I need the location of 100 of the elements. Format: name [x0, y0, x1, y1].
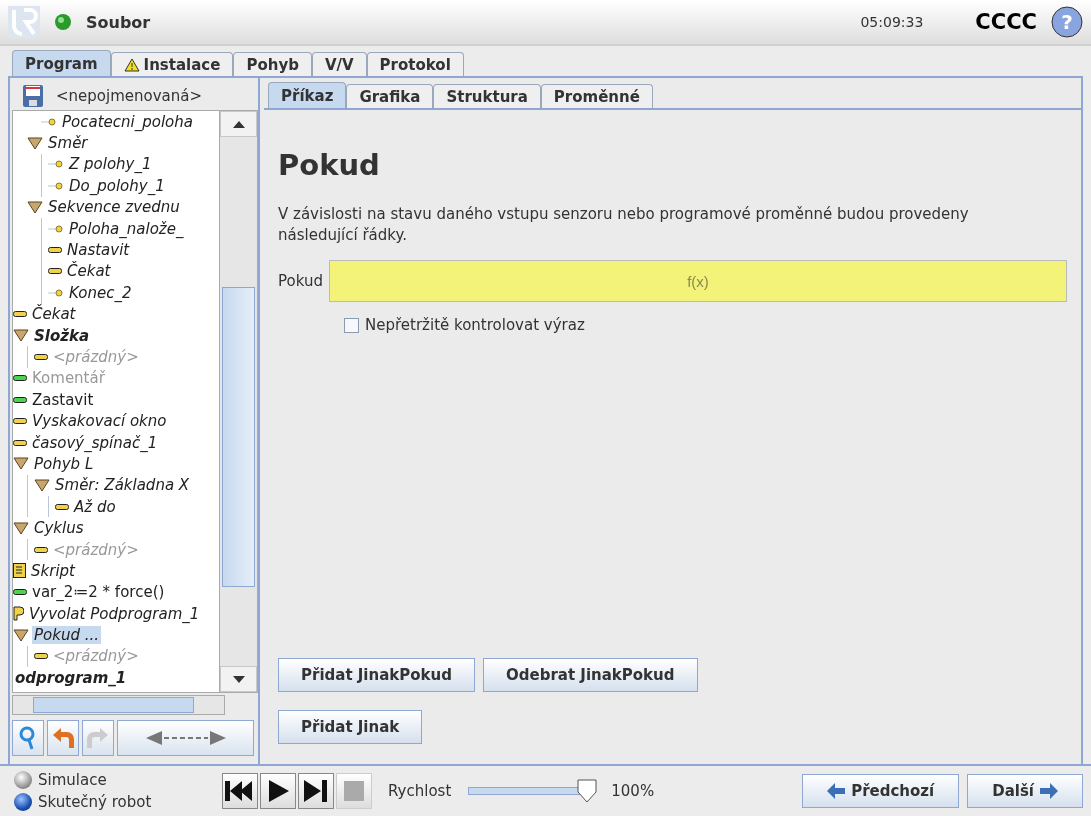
speed-reading: 100% [611, 782, 655, 800]
point-icon [48, 160, 64, 169]
bar-icon [34, 354, 48, 360]
tree-item[interactable]: Zastavit [30, 390, 96, 409]
bar-icon [13, 439, 27, 446]
play-button[interactable] [260, 773, 296, 809]
main-tab[interactable]: Instalace [110, 52, 234, 76]
bar-icon [48, 268, 62, 275]
tree-item[interactable]: var_2≔2 * force() [30, 583, 167, 602]
tree-item[interactable]: Čekat [65, 262, 113, 281]
undo-icon [51, 727, 75, 749]
previous-button[interactable]: Předchozí [802, 774, 960, 808]
action-button[interactable]: Přidat Jinak [278, 710, 423, 744]
bar-icon [13, 375, 27, 382]
slider-thumb[interactable] [576, 779, 597, 803]
tree-item[interactable]: Konec_2 [67, 283, 134, 302]
point-icon [48, 288, 64, 297]
checkbox-label: Nepřetržitě kontrolovat výraz [365, 316, 585, 334]
logo-icon [8, 6, 40, 38]
tree-item[interactable]: Cyklus [32, 519, 86, 538]
warning-icon [123, 57, 140, 72]
tree-item[interactable]: Nastavit [65, 241, 132, 260]
tree-item[interactable]: Pohyb L [32, 454, 96, 473]
scroll-thumb[interactable] [222, 287, 255, 587]
script-icon [13, 563, 26, 579]
triangle-down-icon [232, 675, 245, 683]
main-tab[interactable]: Program [12, 50, 111, 76]
action-button[interactable]: Přidat JinakPokud [278, 658, 475, 692]
tree-item[interactable]: Směr [46, 134, 90, 153]
tree-item[interactable]: Složka [32, 326, 92, 345]
main-tab[interactable]: V/V [311, 52, 367, 76]
skip-back-icon [225, 781, 255, 801]
tree-item[interactable]: Skript [29, 561, 77, 580]
stop-icon [344, 781, 364, 801]
tree-item[interactable]: Vyvolat Podprogram_1 [27, 604, 202, 623]
mode-label: Simulace [38, 771, 107, 789]
tree-item[interactable]: Pocatecni_poloha [60, 112, 195, 131]
scroll-up-button[interactable] [220, 111, 257, 137]
save-icon[interactable] [22, 84, 44, 108]
status-icon [54, 13, 72, 31]
sub-tab[interactable]: Struktura [433, 84, 541, 108]
triangle-icon [27, 200, 43, 214]
double-arrow-icon [145, 730, 226, 746]
speed-label: Rychlost [388, 782, 452, 800]
tree-item[interactable]: Poloha_nalože_ [67, 219, 186, 238]
tree-item[interactable]: Z polohy_1 [67, 155, 154, 174]
point-icon [48, 181, 64, 190]
rewind-button[interactable] [222, 773, 258, 809]
tree-item[interactable]: Vyskakovací okno [30, 412, 169, 431]
bar-icon [13, 396, 27, 403]
undo-button[interactable] [47, 720, 79, 756]
arrow-right-icon [1040, 783, 1058, 799]
bar-icon [13, 589, 27, 596]
tree-item[interactable]: odprogram_1 [13, 668, 129, 687]
sub-tab[interactable]: Příkaz [268, 82, 347, 108]
redo-button[interactable] [82, 720, 114, 756]
play-icon [267, 780, 289, 802]
sub-tab[interactable]: Grafika [346, 84, 434, 108]
bar-icon [34, 653, 48, 660]
triangle-icon [34, 478, 50, 492]
step-button[interactable] [298, 773, 334, 809]
point-icon [48, 224, 64, 233]
sub-tab[interactable]: Proměnné [540, 84, 653, 108]
tree-item[interactable]: Až do [72, 497, 118, 516]
tree-item[interactable]: Sekvence zvednu [46, 198, 182, 217]
main-tab[interactable]: Pohyb [233, 52, 312, 76]
search-button[interactable] [12, 720, 44, 756]
triangle-icon [13, 329, 29, 343]
scroll-down-button[interactable] [220, 666, 257, 692]
triangle-icon [13, 457, 29, 471]
tree-item[interactable]: časový_spínač_1 [30, 433, 160, 452]
triangle-icon [13, 521, 29, 535]
scroll-thumb[interactable] [33, 697, 194, 713]
bar-icon [34, 546, 48, 553]
redo-icon [86, 727, 110, 749]
description-text: V závislosti na stavu daného vstupu senzoru nebo programové proměnné budou provedeny následující řádky. [278, 204, 970, 246]
tree-item[interactable]: Směr: Základna X [53, 476, 192, 495]
clock-time: 05:09:33 [860, 14, 924, 30]
checkbox[interactable] [344, 317, 359, 333]
skip-forward-icon [304, 780, 328, 802]
main-tab[interactable]: Protokol [366, 52, 464, 76]
tree-item[interactable]: Čekat [30, 305, 78, 324]
point-icon [41, 117, 57, 126]
action-button[interactable]: Odebrat JinakPokud [483, 658, 698, 692]
move-button[interactable] [117, 720, 254, 756]
field-label: Pokud [278, 272, 323, 290]
triangle-up-icon [232, 120, 245, 128]
next-button[interactable]: Další [967, 774, 1083, 808]
radio-button[interactable] [14, 771, 32, 789]
robot-name: CCCC [975, 10, 1037, 34]
file-menu[interactable]: Soubor [86, 12, 151, 32]
tree-item[interactable]: Pokud ... [32, 626, 101, 645]
mode-label: Skutečný robot [38, 793, 152, 811]
triangle-icon [13, 628, 29, 642]
bar-icon [13, 311, 27, 318]
bar-icon [55, 503, 69, 510]
radio-button[interactable] [14, 793, 32, 811]
expression-field[interactable]: f(x) [328, 260, 1067, 302]
arrow-left-icon [827, 783, 846, 799]
tree-item[interactable]: Do_polohy_1 [67, 176, 167, 195]
